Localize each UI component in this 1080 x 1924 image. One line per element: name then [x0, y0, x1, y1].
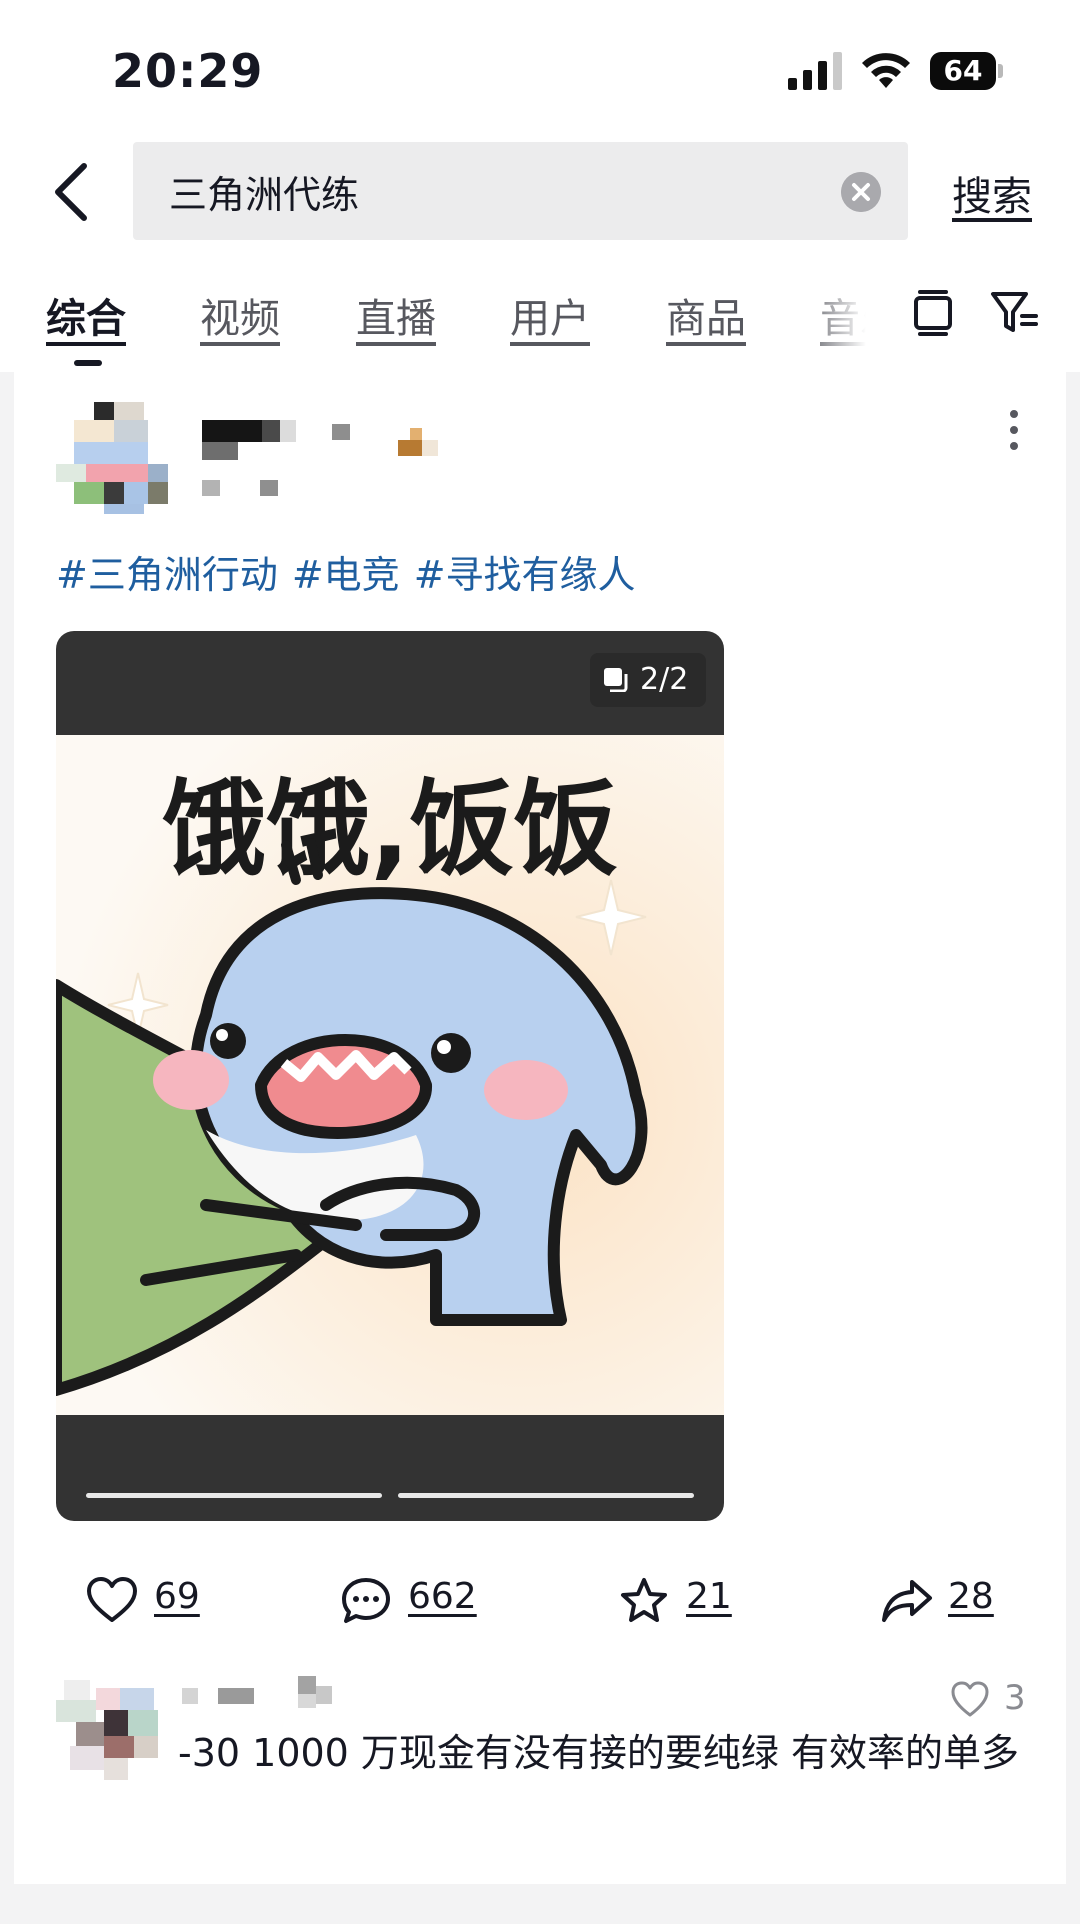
- tab-products[interactable]: 商品: [666, 286, 746, 344]
- heart-icon: [951, 1681, 989, 1717]
- active-tab-indicator: [74, 360, 102, 366]
- share-icon: [882, 1580, 932, 1622]
- tab-videos[interactable]: 视频: [200, 286, 280, 344]
- author-name[interactable]: [200, 420, 480, 510]
- battery-icon: 64: [930, 52, 1004, 90]
- tab-comprehensive[interactable]: 综合: [46, 286, 126, 344]
- battery-tip: [998, 64, 1003, 78]
- commenter-avatar[interactable]: [56, 1680, 166, 1780]
- share-count: 28: [948, 1576, 994, 1617]
- favorite-button[interactable]: 21: [618, 1572, 778, 1628]
- feed-divider: [0, 1884, 1080, 1924]
- cellular-signal-icon: [788, 52, 842, 90]
- wifi-icon: [862, 53, 910, 88]
- favorite-count: 21: [686, 1576, 732, 1617]
- carousel-indicator: [86, 1493, 382, 1498]
- comment-like-button[interactable]: 3: [950, 1672, 1060, 1722]
- image-count-badge: 2/2: [590, 653, 706, 707]
- status-bar: 20:29 64: [0, 0, 1080, 120]
- share-button[interactable]: 28: [880, 1572, 1040, 1628]
- tab-live[interactable]: 直播: [356, 286, 436, 344]
- like-button[interactable]: 69: [86, 1572, 246, 1628]
- star-icon: [621, 1578, 667, 1622]
- clear-search-icon[interactable]: [841, 172, 881, 212]
- like-count: 69: [154, 1576, 200, 1617]
- comment-button[interactable]: 662: [340, 1572, 520, 1628]
- author-avatar[interactable]: [56, 402, 168, 514]
- search-button[interactable]: 搜索: [952, 164, 1032, 222]
- tab-users[interactable]: 用户: [510, 286, 590, 344]
- comment-text: -30 1000 万现金有没有接的要纯绿 有效率的单多: [178, 1731, 1020, 1775]
- filter-icon[interactable]: [990, 290, 1038, 336]
- battery-level: 64: [930, 52, 996, 90]
- comment-like-count: 3: [1004, 1678, 1026, 1718]
- status-time: 20:29: [112, 44, 264, 98]
- tab-fade-overlay: [800, 282, 910, 352]
- back-arrow-icon[interactable]: [48, 160, 98, 224]
- hashtag-link[interactable]: #三角洲行动: [56, 553, 278, 597]
- heart-icon: [87, 1577, 137, 1622]
- sticker-caption: 饿饿,饭饭: [162, 768, 618, 890]
- post-media[interactable]: 2/2 饿饿,饭饭: [56, 631, 724, 1521]
- post-hashtags: #三角洲行动 #电竞 #寻找有缘人: [56, 544, 650, 599]
- search-input[interactable]: [169, 142, 809, 240]
- image-count-text: 2/2: [640, 662, 689, 697]
- comment-icon: [342, 1578, 390, 1623]
- more-options-icon[interactable]: [1002, 408, 1026, 452]
- hashtag-link[interactable]: #寻找有缘人: [414, 553, 636, 597]
- comment-count: 662: [408, 1576, 477, 1617]
- layout-toggle-icon[interactable]: [912, 288, 954, 336]
- hashtag-link[interactable]: #电竞: [292, 553, 400, 597]
- sticker-image: 饿饿,饭饭: [56, 735, 724, 1415]
- carousel-indicator: [398, 1493, 694, 1498]
- search-box[interactable]: [133, 142, 908, 240]
- gallery-icon: [604, 668, 628, 692]
